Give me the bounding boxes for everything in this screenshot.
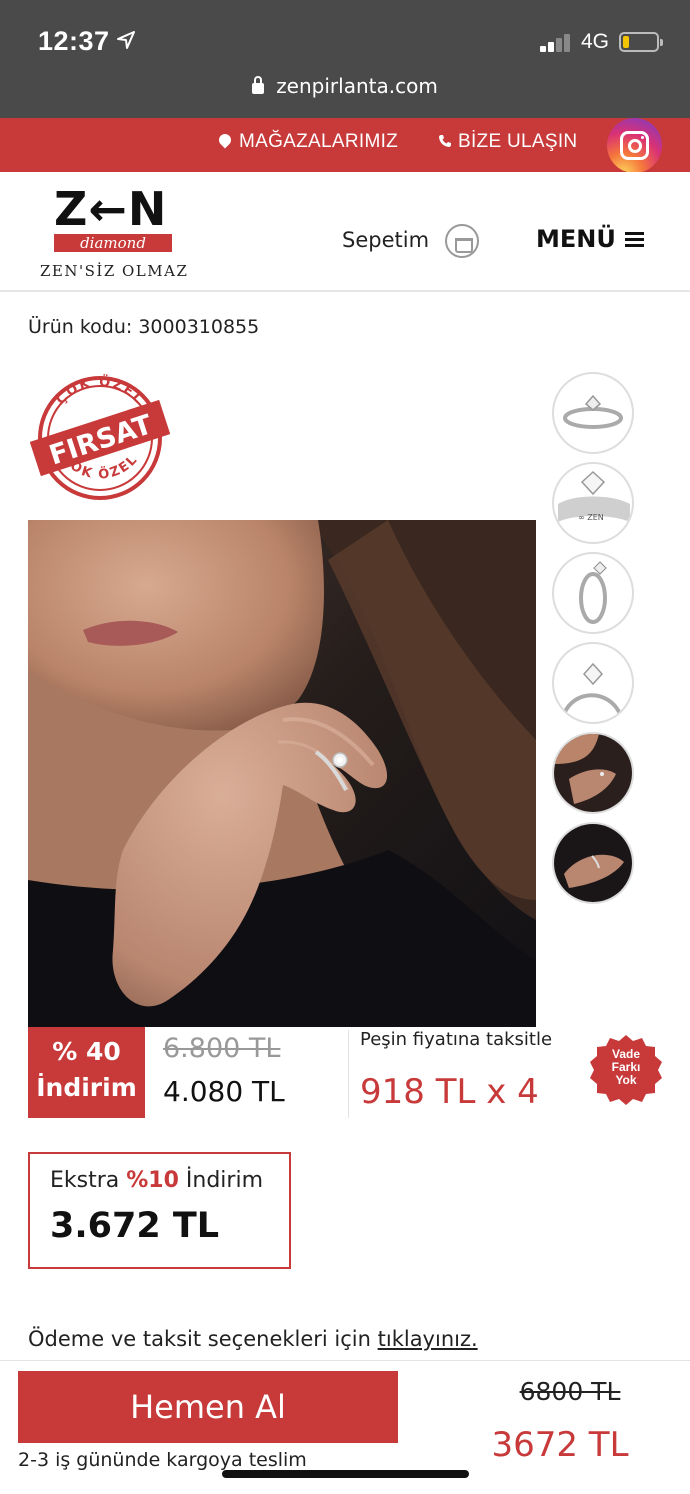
instagram-icon[interactable] — [607, 118, 662, 173]
basket-icon[interactable] — [445, 224, 479, 258]
price-divider — [348, 1030, 349, 1118]
discount-badge: % 40 İndirim — [28, 1027, 145, 1118]
lock-icon — [252, 76, 265, 94]
stores-link[interactable]: MAĞAZALARIMIZ — [216, 131, 399, 153]
battery-icon — [619, 32, 663, 52]
product-code: Ürün kodu: 3000310855 — [28, 316, 260, 338]
payment-options-link[interactable]: tıklayınız. — [378, 1327, 478, 1351]
installment-value: 918 TL x 4 — [360, 1072, 539, 1112]
bottom-new-price: 3672 TL — [491, 1425, 629, 1465]
site-header: Z←N diamond ZEN'SİZ OLMAZ Sepetim MENÜ — [0, 172, 690, 292]
signal-icon — [540, 32, 576, 52]
brand-logo[interactable]: Z←N diamond ZEN'SİZ OLMAZ — [40, 182, 188, 282]
discount-label: İndirim — [36, 1073, 137, 1102]
thumbnail-ring-angle[interactable] — [552, 642, 634, 724]
network-type: 4G — [581, 30, 610, 53]
stores-label: MAĞAZALARIMIZ — [239, 131, 399, 152]
logo-tagline: ZEN'SİZ OLMAZ — [40, 262, 189, 280]
cart-label[interactable]: Sepetim — [342, 228, 429, 252]
hamburger-icon[interactable] — [625, 232, 644, 247]
menu-button[interactable]: MENÜ — [536, 225, 616, 253]
discounted-price: 4.080 TL — [163, 1075, 285, 1108]
logo-wordmark: Z←N — [54, 182, 168, 236]
location-arrow-icon — [117, 31, 135, 49]
phone-icon — [439, 135, 451, 147]
logo-sub: diamond — [54, 234, 172, 252]
url-text: zenpirlanta.com — [276, 74, 438, 98]
thumbnail-ring-profile[interactable] — [552, 552, 634, 634]
extra-discount-box: Ekstra %10 İndirim 3.672 TL — [28, 1152, 291, 1269]
extra-discount-price: 3.672 TL — [50, 1206, 220, 1246]
svg-text:∞ ZEN: ∞ ZEN — [578, 513, 604, 522]
status-time: 12:37 — [38, 26, 110, 56]
thumbnail-ring-closeup[interactable]: ∞ ZEN — [552, 462, 634, 544]
buy-now-button[interactable]: Hemen Al — [18, 1371, 398, 1443]
installment-label: Peşin fiyatına taksitle — [360, 1029, 553, 1050]
address-bar[interactable]: zenpirlanta.com — [0, 74, 690, 98]
top-bar: MAĞAZALARIMIZ BİZE ULAŞIN — [0, 118, 690, 172]
product-main-image[interactable] — [28, 520, 536, 1027]
contact-link[interactable]: BİZE ULAŞIN — [438, 131, 577, 153]
bottom-old-price: 6800 TL — [519, 1377, 621, 1406]
contact-label: BİZE ULAŞIN — [458, 131, 578, 152]
vade-line-3: Yok — [615, 1073, 637, 1087]
thumbnail-model-neck-hand[interactable] — [552, 732, 634, 814]
payment-options-text: Ödeme ve taksit seçenekleri için tıklayı… — [28, 1327, 478, 1351]
extra-discount-label: Ekstra %10 İndirim — [50, 1168, 264, 1193]
svg-text:ÇOK ÖZEL: ÇOK ÖZEL — [53, 374, 146, 408]
home-indicator[interactable] — [222, 1470, 469, 1478]
map-pin-icon — [216, 131, 234, 149]
status-bar: 12:37 4G zenpirlanta.com — [0, 0, 690, 118]
thumbnail-model-hand[interactable] — [552, 822, 634, 904]
firsat-badge: ÇOK ÖZEL ÇOK ÖZEL FIRSAT — [30, 374, 170, 500]
shipping-info: 2-3 iş gününde kargoya teslim — [18, 1449, 307, 1471]
discount-percent: % 40 — [52, 1037, 121, 1066]
thumbnail-ring-side-view[interactable] — [552, 372, 634, 454]
old-price: 6.800 TL — [163, 1033, 281, 1064]
no-interest-badge: Vade Farkı Yok — [589, 1033, 663, 1107]
